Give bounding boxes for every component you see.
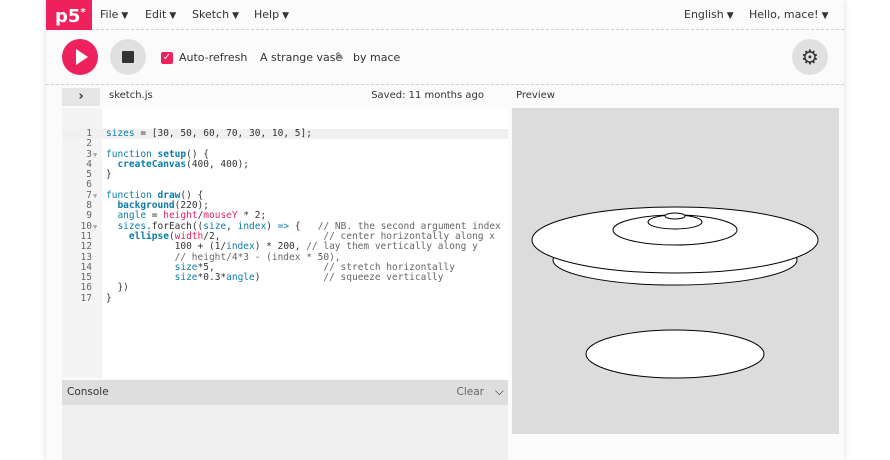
caret-down-icon: ▼ — [121, 11, 129, 21]
settings-button[interactable]: ⚙ — [792, 39, 828, 75]
chevron-right-icon: › — [78, 89, 84, 104]
toolbar: ✓ Auto-refresh A strange vase ✎ by mace … — [46, 31, 844, 85]
logo-text: p5 — [55, 6, 81, 27]
fold-arrow-icon[interactable]: ▼ — [93, 191, 97, 201]
expand-sidebar-button[interactable]: › — [62, 88, 100, 106]
code-line[interactable]: 16 }) — [62, 283, 508, 294]
menu-file-label: File — [100, 8, 119, 21]
auto-refresh-checkbox[interactable]: ✓ — [161, 52, 173, 64]
code-line[interactable]: 1 sizes = [30, 50, 60, 70, 30, 10, 5]; — [62, 128, 508, 140]
file-name: sketch.js — [109, 90, 153, 101]
user-greeting: Hello, mace! — [749, 8, 819, 21]
gear-icon: ⚙ — [801, 45, 819, 69]
menu-help[interactable]: Help ▼ — [254, 8, 289, 21]
logo-asterisk: * — [80, 7, 86, 18]
line-number: 17 — [80, 292, 92, 304]
vase-ellipse-6 — [664, 212, 686, 220]
caret-down-icon: ▼ — [282, 11, 289, 21]
saved-status: Saved: 11 months ago — [371, 90, 484, 101]
console-title: Console — [67, 386, 109, 398]
caret-down-icon: ▼ — [169, 11, 177, 21]
code-line[interactable]: 17} — [62, 292, 508, 304]
top-nav: p5* File ▼ Edit ▼ Sketch ▼ Help ▼ English ▼ H… — [46, 0, 844, 30]
language-label: English — [684, 8, 724, 21]
line-text: } — [106, 292, 112, 304]
code-lines[interactable]: 1 sizes = [30, 50, 60, 70, 30, 10, 5]; 2 3 ▼… — [62, 128, 508, 304]
console-clear-button[interactable]: Clear — [457, 386, 484, 398]
pencil-icon[interactable]: ✎ — [335, 50, 344, 63]
console-body — [62, 405, 508, 460]
line-text: createCanvas(400, 400); — [117, 158, 250, 170]
auto-refresh-label: Auto-refresh — [179, 51, 248, 64]
caret-down-icon: ▼ — [726, 11, 734, 21]
line-text: sizes = [30, 50, 60, 70, 30, 10, 5]; — [106, 128, 312, 139]
language-menu[interactable]: English ▼ — [684, 8, 734, 21]
menu-file[interactable]: File ▼ — [100, 8, 128, 21]
menu-edit-label: Edit — [145, 8, 167, 21]
stop-button[interactable] — [110, 39, 146, 75]
vase-ellipse-2 — [585, 329, 765, 379]
fold-arrow-icon[interactable]: ▼ — [93, 222, 97, 232]
fold-arrow-icon[interactable]: ▼ — [93, 150, 97, 160]
sketch-drawing — [531, 206, 819, 379]
menu-sketch[interactable]: Sketch ▼ — [192, 8, 239, 21]
code-line[interactable]: 4 createCanvas(400, 400); — [62, 158, 508, 170]
editor-header: › sketch.js Saved: 11 months ago — [62, 88, 508, 106]
code-line[interactable]: 5} — [62, 169, 508, 181]
play-button[interactable] — [62, 39, 98, 75]
preview-label: Preview — [516, 90, 555, 101]
p5-editor-window: p5* File ▼ Edit ▼ Sketch ▼ Help ▼ English ▼ H… — [46, 0, 844, 460]
p5-logo[interactable]: p5* — [46, 0, 92, 30]
caret-down-icon: ▼ — [821, 11, 829, 21]
sketch-owner: by mace — [353, 51, 401, 64]
sketch-title[interactable]: A strange vase — [260, 51, 342, 64]
code-line[interactable]: 15 size*0.3*angle) // squeeze vertically — [62, 272, 508, 284]
preview-canvas[interactable] — [512, 108, 839, 434]
caret-down-icon: ▼ — [232, 11, 239, 21]
line-text: size*0.3*angle) // squeeze vertically — [174, 272, 444, 284]
line-text: } — [106, 169, 112, 181]
menu-help-label: Help — [254, 8, 280, 21]
user-menu[interactable]: Hello, mace! ▼ — [749, 8, 828, 21]
chevron-down-icon[interactable]: ⌵ — [495, 384, 504, 399]
code-editor[interactable]: 1 sizes = [30, 50, 60, 70, 30, 10, 5]; 2 3 ▼… — [62, 108, 508, 378]
console-header: Console Clear ⌵ — [62, 380, 508, 405]
menu-edit[interactable]: Edit ▼ — [145, 8, 176, 21]
menu-sketch-label: Sketch — [192, 8, 230, 21]
